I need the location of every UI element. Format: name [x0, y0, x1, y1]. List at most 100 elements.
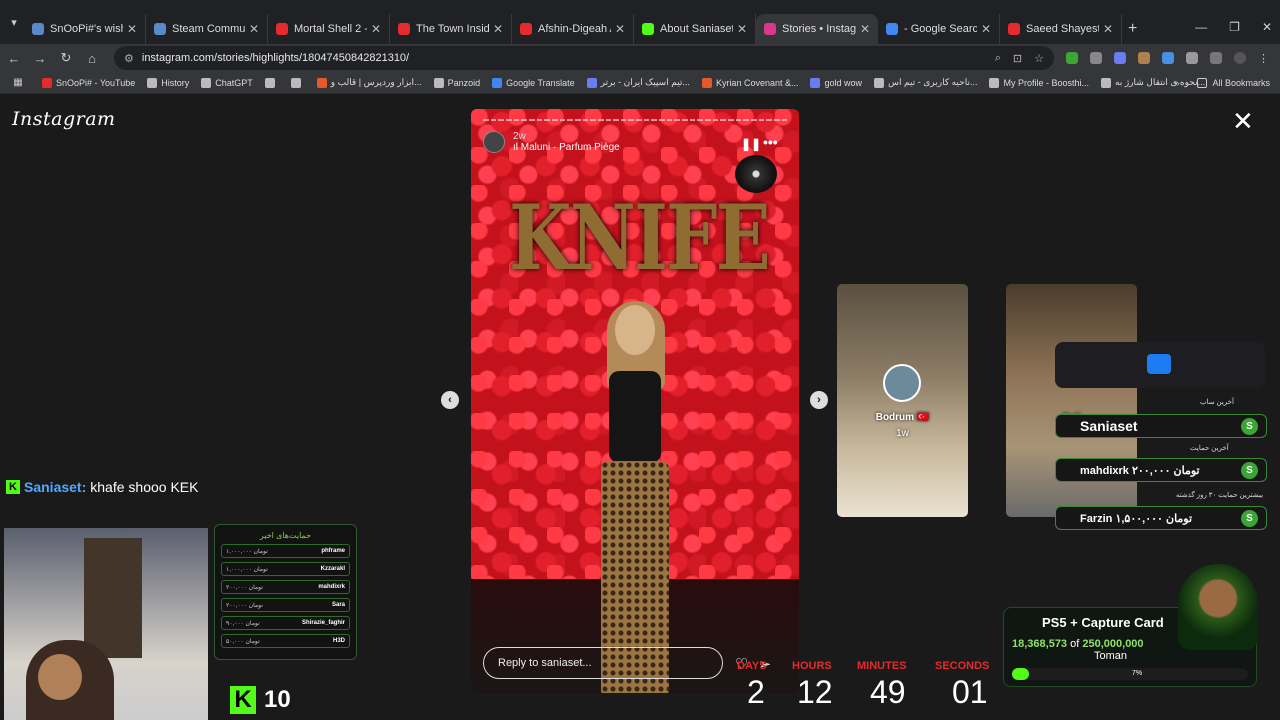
tab-close-icon[interactable]: ✕ [860, 22, 870, 36]
music-sticker-icon [735, 155, 777, 193]
browser-tab[interactable]: About Saniaset - Wa ✕ [634, 14, 756, 44]
progress-segment [597, 119, 604, 121]
story-author-avatar[interactable] [483, 131, 505, 153]
story-audio[interactable]: ıl Maluni · Parfum Piège [513, 142, 620, 153]
tab-close-icon[interactable]: ✕ [1103, 22, 1113, 36]
progress-segment [720, 119, 726, 121]
instagram-logo[interactable]: Instagram [12, 108, 116, 130]
back-icon[interactable]: ← [2, 51, 26, 66]
bookmark-item[interactable]: ناحیه کاربری - تیم اس... [874, 77, 977, 88]
progress-segment [513, 119, 520, 121]
tab-favicon-icon [154, 23, 166, 35]
s-badge-icon: S [1241, 462, 1258, 479]
next-story-preview[interactable]: Bodrum 🇹🇷 1w [837, 284, 968, 517]
progress-segment [582, 119, 589, 121]
browser-tab[interactable]: Stories • Instagram ✕ [756, 14, 878, 44]
forward-icon[interactable]: → [28, 51, 52, 66]
browser-tab[interactable]: Steam Community :: S ✕ [146, 14, 268, 44]
active-story[interactable]: KNIFE 2w ıl Maluni · Parfum Piège ❚❚ •••… [471, 109, 799, 693]
tab-close-icon[interactable]: ✕ [737, 22, 747, 36]
all-bookmarks-button[interactable]: » All Bookmarks [1174, 77, 1270, 88]
browser-tab[interactable]: Saeed Shayesteh - Sh ✕ [1000, 14, 1122, 44]
tab-search-icon[interactable]: ▾ [4, 16, 24, 29]
progress-segment [705, 119, 711, 121]
install-icon[interactable]: ⊡ [1013, 52, 1022, 65]
webcam-shelf [84, 538, 142, 658]
home-icon[interactable]: ⌂ [80, 51, 104, 66]
bookmark-item[interactable]: ChatGPT [201, 77, 253, 88]
close-window-icon[interactable]: ✕ [1262, 20, 1272, 34]
previous-story-arrow-icon[interactable]: ‹ [441, 391, 459, 409]
extension-icon[interactable] [1138, 52, 1150, 64]
address-bar[interactable]: ⚙ instagram.com/stories/highlights/18047… [114, 46, 1054, 70]
tab-close-icon[interactable]: ✕ [127, 22, 137, 36]
bookmark-favicon-icon [42, 77, 52, 88]
tab-close-icon[interactable]: ✕ [249, 22, 259, 36]
pause-icon[interactable]: ❚❚ [741, 137, 761, 151]
next-story-preview[interactable]: Bali 24w [1006, 284, 1137, 517]
last-sub-pill: Saniaset S [1055, 414, 1267, 438]
reply-input[interactable]: Reply to saniaset... [483, 647, 723, 679]
reload-icon[interactable]: ↻ [54, 50, 78, 66]
tab-close-icon[interactable]: ✕ [371, 22, 381, 36]
progress-segment [728, 119, 734, 121]
extension-icon[interactable] [1066, 52, 1078, 64]
browser-tab[interactable]: Afshin-Digeah Azat B ✕ [512, 14, 634, 44]
more-options-icon[interactable]: ••• [763, 134, 778, 150]
bookmark-item[interactable]: Google Translate [492, 77, 575, 88]
supporter-amount: ۵۰,۰۰۰ تومان [226, 638, 260, 645]
goal-title: PS5 + Capture Card [1042, 615, 1164, 630]
bookmark-item[interactable]: ابزار وردپرس | قالب و... [316, 77, 422, 88]
tab-favicon-icon [520, 23, 532, 35]
tab-close-icon[interactable]: ✕ [981, 22, 991, 36]
close-icon[interactable]: ✕ [1232, 108, 1254, 134]
tab-close-icon[interactable]: ✕ [615, 22, 625, 36]
site-info-icon[interactable]: ⚙ [124, 52, 134, 65]
supporter-name: H3D [332, 638, 345, 644]
bookmark-item[interactable]: SnOoPi# - YouTube [42, 77, 135, 88]
restore-icon[interactable]: ❐ [1229, 20, 1240, 34]
bookmark-item[interactable]: Kyrian Covenant &... [701, 77, 798, 88]
extension-icon[interactable] [1090, 52, 1102, 64]
minimize-icon[interactable]: — [1195, 20, 1207, 34]
chevron-double-right-icon[interactable]: » [1174, 78, 1179, 88]
story-progress-bar [483, 119, 788, 121]
menu-kebab-icon[interactable]: ⋮ [1258, 52, 1270, 65]
bookmark-star-icon[interactable]: ☆ [1034, 52, 1044, 65]
browser-tab[interactable]: The Town Inside Me | ✕ [390, 14, 512, 44]
bookmark-item[interactable]: تیم اسپیک ایران - برتر... [586, 77, 690, 88]
tab-close-icon[interactable]: ✕ [493, 22, 503, 36]
supporter-row: ۱,۰۰۰,۰۰۰ تومان Kzzarakl [221, 562, 350, 576]
neon-sign: KNIFE [509, 185, 771, 291]
extension-icon[interactable] [1162, 52, 1174, 64]
browser-tab[interactable]: Mortal Shell 2 - Befor ✕ [268, 14, 390, 44]
tab-favicon-icon [276, 23, 288, 35]
progress-segment [620, 119, 627, 121]
kick-logo-icon: K [6, 480, 20, 494]
bookmark-item[interactable]: My Profile - Boosthi... [989, 77, 1089, 88]
extensions-puzzle-icon[interactable] [1186, 52, 1198, 64]
bookmark-favicon-icon [989, 77, 1000, 88]
s-badge-icon: S [1241, 510, 1258, 527]
browser-tab[interactable]: - Google Search ✕ [878, 14, 1000, 44]
progress-segment [559, 119, 566, 121]
top-support-pill: Farzin ۱,۵۰۰,۰۰۰ تومان S [1055, 506, 1267, 530]
bookmark-item[interactable]: Panzoid [433, 77, 480, 88]
bookmark-favicon-icon [264, 77, 275, 88]
music-bars-icon: ıl [513, 142, 521, 153]
media-icon[interactable] [1210, 52, 1222, 64]
bookmark-item[interactable] [264, 77, 279, 88]
next-story-arrow-icon[interactable]: › [810, 391, 828, 409]
bookmark-favicon-icon [147, 77, 158, 88]
bookmark-item[interactable]: History [147, 77, 189, 88]
bookmark-item[interactable] [290, 77, 305, 88]
extension-icon[interactable] [1114, 52, 1126, 64]
bookmark-item[interactable]: gold wow [810, 77, 862, 88]
page-scrollbar[interactable] [1270, 94, 1280, 720]
zoom-icon[interactable]: ⌕ [995, 52, 1001, 65]
apps-grid-icon[interactable]: ▦ [6, 77, 30, 88]
new-tab-button[interactable]: + [1128, 20, 1137, 38]
tab-favicon-icon [764, 23, 776, 35]
profile-avatar[interactable] [1234, 52, 1246, 64]
browser-tab[interactable]: SnOoPi#'s wishlist ✕ [24, 14, 146, 44]
